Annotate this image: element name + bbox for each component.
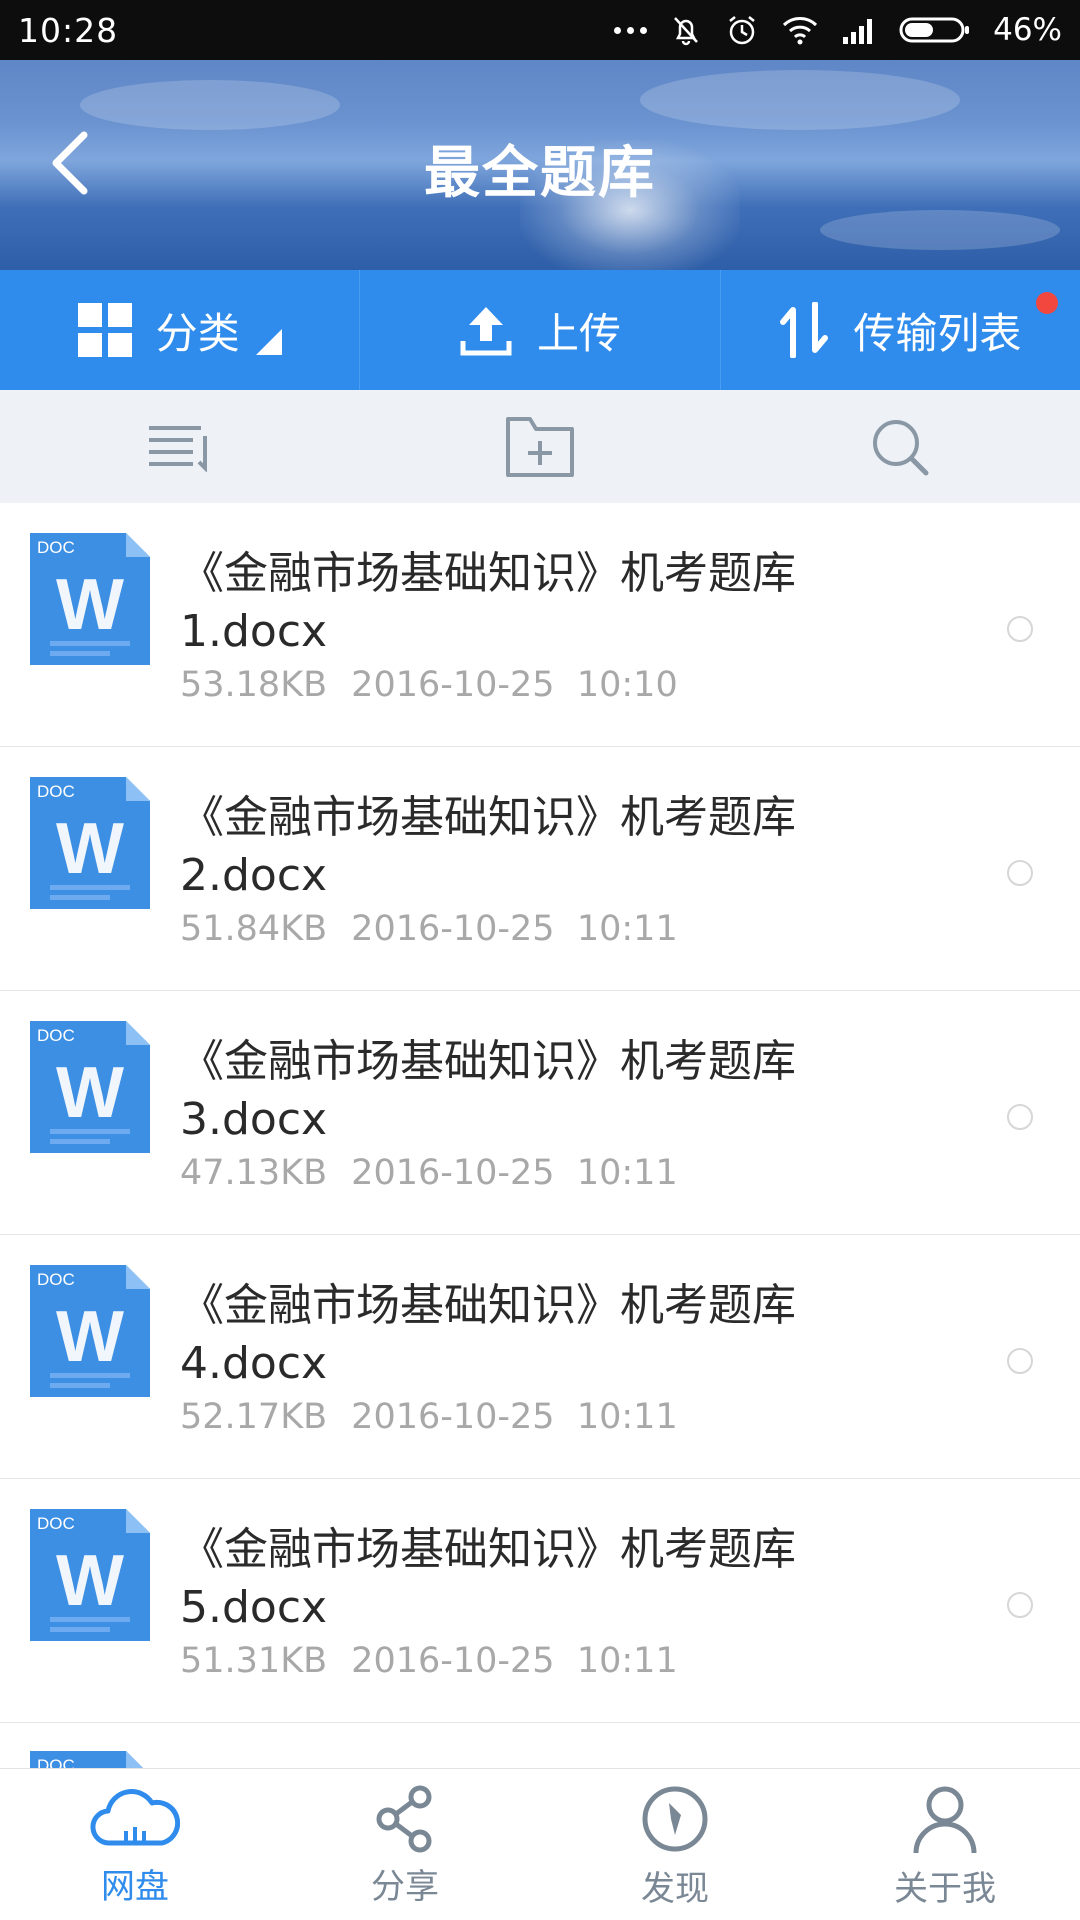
new-folder-icon — [506, 416, 574, 477]
banner-cloud — [640, 70, 960, 130]
nav-label: 网盘 — [101, 1867, 169, 1907]
word-doc-icon: DOC W — [30, 533, 150, 665]
search-icon — [873, 419, 929, 475]
file-size: 47.13KB — [180, 1153, 328, 1193]
file-select-radio[interactable] — [1007, 1592, 1033, 1618]
word-doc-icon: DOC W — [30, 777, 150, 909]
user-icon — [913, 1786, 977, 1854]
file-date: 2016-10-25 — [351, 1641, 555, 1681]
svg-text:W: W — [56, 1053, 124, 1133]
svg-text:W: W — [56, 1297, 124, 1377]
transfer-icon — [780, 302, 829, 358]
svg-text:W: W — [56, 565, 124, 645]
search-button[interactable] — [720, 390, 1080, 503]
file-size: 51.31KB — [180, 1641, 328, 1681]
file-size: 51.84KB — [180, 909, 328, 949]
file-name: 《金融市场基础知识》机考题库5.docx — [180, 1524, 796, 1633]
status-icons: 46% — [614, 12, 1062, 48]
file-select-radio[interactable] — [1007, 616, 1033, 642]
file-select-radio[interactable] — [1007, 1348, 1033, 1374]
file-name: 《金融市场基础知识》机考题库2.docx — [180, 792, 796, 901]
grid-icon — [77, 303, 132, 357]
action-bar: 分类 上传 传输列表 — [0, 270, 1080, 390]
file-select-radio[interactable] — [1007, 860, 1033, 886]
battery-percent: 46% — [993, 12, 1062, 48]
cloud-icon — [90, 1789, 180, 1846]
file-select-radio[interactable] — [1007, 1104, 1033, 1130]
svg-text:W: W — [56, 1541, 124, 1621]
nav-item-share[interactable]: 分享 — [270, 1769, 540, 1920]
more-dots-icon — [614, 26, 648, 34]
page-title: 最全题库 — [424, 141, 656, 206]
file-row[interactable]: DOC W 《金融市场基础知识》机考题库5.docx 51.31KB 2016-… — [0, 1479, 1080, 1723]
share-icon — [376, 1785, 432, 1853]
file-time: 10:11 — [576, 909, 678, 949]
sort-button[interactable] — [0, 390, 360, 503]
upload-label: 上传 — [536, 308, 621, 358]
header-banner: 最全题库 — [0, 60, 1080, 270]
file-row[interactable]: DOC W 《金融市场基础知识》机考题库2.docx 51.84KB 2016-… — [0, 747, 1080, 991]
file-row[interactable]: DOC W 《金融市场基础知识》机考题库3.docx 47.13KB 2016-… — [0, 991, 1080, 1235]
nav-item-cloud-drive[interactable]: 网盘 — [0, 1769, 270, 1920]
dropdown-caret-icon — [255, 329, 282, 355]
file-meta: 47.13KB 2016-10-25 10:11 — [180, 1153, 678, 1193]
notification-dot — [1035, 292, 1058, 314]
file-list: DOC W 《金融市场基础知识》机考题库1.docx 53.18KB 2016-… — [0, 503, 1080, 1783]
file-time: 10:11 — [576, 1153, 678, 1193]
file-time: 10:10 — [576, 665, 678, 705]
battery-icon — [899, 17, 970, 43]
word-doc-icon: DOC W — [30, 1509, 150, 1641]
word-doc-icon: DOC W — [30, 1021, 150, 1153]
file-meta: 51.31KB 2016-10-25 10:11 — [180, 1641, 678, 1681]
nav-label: 分享 — [371, 1867, 439, 1907]
status-bar: 10:28 46% — [0, 0, 1080, 60]
banner-cloud — [820, 210, 1060, 250]
category-label: 分类 — [155, 308, 240, 358]
svg-text:DOC: DOC — [37, 1270, 75, 1289]
file-name: 《金融市场基础知识》机考题库1.docx — [180, 548, 796, 657]
wifi-icon — [783, 17, 818, 45]
file-time: 10:11 — [576, 1641, 678, 1681]
nav-item-about-me[interactable]: 关于我 — [810, 1769, 1080, 1920]
banner-cloud — [80, 80, 340, 130]
file-meta: 53.18KB 2016-10-25 10:10 — [180, 665, 678, 705]
sort-list-icon — [149, 425, 207, 472]
nav-label: 发现 — [641, 1869, 709, 1909]
bell-muted-icon — [674, 17, 699, 46]
file-row[interactable]: DOC W 《金融市场基础知识》机考题库4.docx 52.17KB 2016-… — [0, 1235, 1080, 1479]
nav-label: 关于我 — [894, 1869, 996, 1909]
file-size: 52.17KB — [180, 1397, 328, 1437]
file-size: 53.18KB — [180, 665, 328, 705]
upload-icon — [460, 307, 512, 356]
file-toolbar — [0, 390, 1080, 503]
file-name: 《金融市场基础知识》机考题库4.docx — [180, 1280, 796, 1389]
nav-item-discover[interactable]: 发现 — [540, 1769, 810, 1920]
signal-icon — [843, 19, 873, 44]
compass-icon — [642, 1786, 708, 1852]
file-date: 2016-10-25 — [351, 1397, 555, 1437]
file-date: 2016-10-25 — [351, 1153, 555, 1193]
new-folder-button[interactable] — [360, 390, 720, 503]
file-row[interactable]: DOC W 《金融市场基础知识》机考题库1.docx 53.18KB 2016-… — [0, 503, 1080, 747]
svg-text:DOC: DOC — [37, 538, 75, 557]
screen: 10:28 46% 最全题库 分类 上传 传输列表 DOC W 《金融市场基础知… — [0, 0, 1080, 1920]
word-doc-icon: DOC W — [30, 1265, 150, 1397]
transfer-list-button[interactable]: 传输列表 — [719, 270, 1080, 390]
bottom-navigation: 网盘 分享 发现 关于我 — [0, 1768, 1080, 1920]
file-date: 2016-10-25 — [351, 909, 555, 949]
category-button[interactable]: 分类 — [0, 270, 359, 390]
file-name: 《金融市场基础知识》机考题库3.docx — [180, 1036, 796, 1145]
upload-button[interactable]: 上传 — [359, 270, 719, 390]
svg-text:W: W — [56, 809, 124, 889]
file-meta: 51.84KB 2016-10-25 10:11 — [180, 909, 678, 949]
svg-text:DOC: DOC — [37, 1026, 75, 1045]
file-date: 2016-10-25 — [351, 665, 555, 705]
file-meta: 52.17KB 2016-10-25 10:11 — [180, 1397, 678, 1437]
alarm-icon — [729, 16, 755, 45]
file-time: 10:11 — [576, 1397, 678, 1437]
svg-text:DOC: DOC — [37, 782, 75, 801]
transfer-list-label: 传输列表 — [853, 308, 1022, 358]
status-time: 10:28 — [18, 10, 119, 50]
svg-text:DOC: DOC — [37, 1514, 75, 1533]
